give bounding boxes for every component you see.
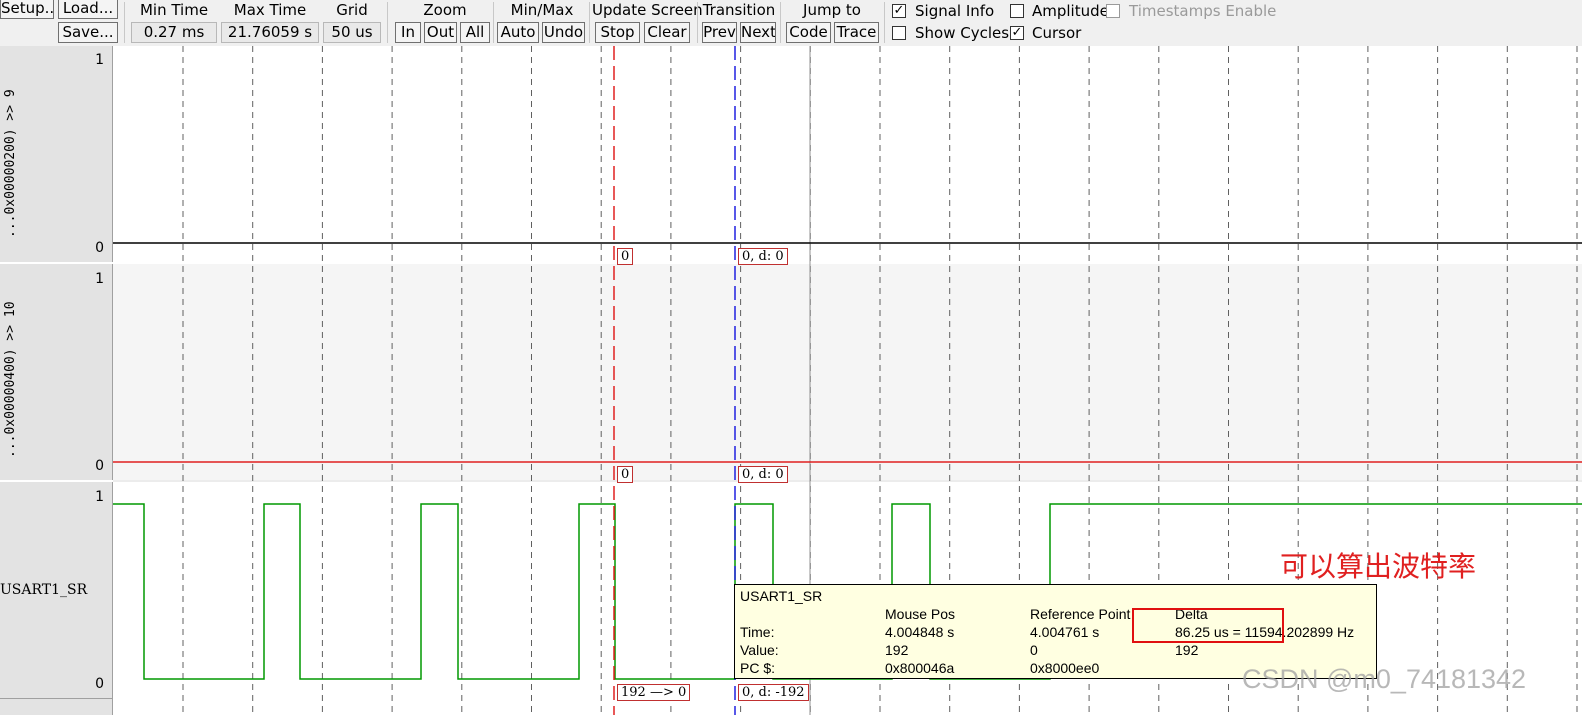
jump-trace-button[interactable]: Trace xyxy=(834,22,879,43)
signal-name-cell[interactable]: ...0x00000400) >> 10 1 0 xyxy=(0,264,113,480)
toolbar-separator xyxy=(884,2,885,43)
zoom-out-button[interactable]: Out xyxy=(424,22,457,43)
zoom-label: Zoom xyxy=(423,1,467,19)
load-button[interactable]: Load... xyxy=(58,0,118,19)
cursor-label: Cursor xyxy=(1032,24,1082,42)
max-time-field: 21.76059 s xyxy=(221,22,319,43)
cursor-value-readout: 0 xyxy=(617,248,634,265)
cursor-checkbox[interactable]: ✓ xyxy=(1010,26,1024,40)
cursor-value-readout: 0 xyxy=(617,466,634,483)
update-screen-label: Update Screen xyxy=(592,1,703,19)
update-stop-button[interactable]: Stop xyxy=(595,22,640,43)
zoom-in-button[interactable]: In xyxy=(395,22,421,43)
reference-value-readout: 0, d: 0 xyxy=(738,466,788,483)
csdn-watermark: CSDN @m0_74181342 xyxy=(1242,664,1527,694)
baud-rate-annotation: 可以算出波特率 xyxy=(1280,550,1477,583)
amplitude-label: Amplitude xyxy=(1032,2,1109,20)
tooltip-header-reference-point: Reference Point xyxy=(1030,606,1131,622)
tooltip-value-label: Value: xyxy=(740,642,779,658)
toolbar-separator xyxy=(589,2,590,43)
tooltip-pc-ref: 0x8000ee0 xyxy=(1030,660,1100,676)
row-background xyxy=(113,46,1582,262)
reference-value-readout: 0, d: -192 xyxy=(738,684,809,701)
tooltip-time-ref: 4.004761 s xyxy=(1030,624,1100,640)
minmax-undo-button[interactable]: Undo xyxy=(542,22,585,43)
signal-name-cell[interactable]: USART1_SR 1 0 xyxy=(0,482,113,698)
transition-prev-button[interactable]: Prev xyxy=(702,22,737,43)
max-time-label: Max Time xyxy=(233,1,307,19)
signal-name-cell[interactable]: ...0x00000200) >> 9 1 0 xyxy=(0,46,113,262)
y-axis-max-label: 1 xyxy=(95,271,104,287)
y-axis-max-label: 1 xyxy=(95,52,104,68)
delta-highlight-box xyxy=(1132,608,1284,643)
minmax-label: Min/Max xyxy=(510,1,574,19)
signal-name: ...0x00000400) >> 10 xyxy=(3,301,18,458)
y-axis-min-label: 0 xyxy=(95,458,104,474)
transition-label: Transition xyxy=(702,1,776,19)
jump-code-button[interactable]: Code xyxy=(786,22,831,43)
min-time-label: Min Time xyxy=(139,1,209,19)
signal-info-checkbox[interactable]: ✓ xyxy=(892,4,906,18)
y-axis-min-label: 0 xyxy=(95,676,104,692)
tooltip-pc-label: PC $: xyxy=(740,660,776,676)
timestamps-enable-checkbox[interactable] xyxy=(1106,4,1120,18)
timestamps-enable-label: Timestamps Enable xyxy=(1129,2,1277,20)
amplitude-checkbox[interactable] xyxy=(1010,4,1024,18)
transition-next-button[interactable]: Next xyxy=(740,22,776,43)
tooltip-time-label: Time: xyxy=(740,624,775,640)
toolbar-separator xyxy=(124,2,125,43)
logic-analyzer-toolbar: Setup... Load... Save... Min Time 0.27 m… xyxy=(0,0,1582,46)
tooltip-value-delta: 192 xyxy=(1175,642,1199,658)
row-background xyxy=(113,264,1582,480)
grid-field: 50 us xyxy=(323,22,381,43)
y-axis-max-label: 1 xyxy=(95,489,104,505)
cursor-value-readout: 192 —> 0 xyxy=(617,684,691,701)
show-cycles-label: Show Cycles xyxy=(915,24,1010,42)
signal-info-label: Signal Info xyxy=(915,2,995,20)
toolbar-separator xyxy=(387,2,388,43)
signal-name: USART1_SR xyxy=(0,582,88,598)
tooltip-pc-mouse: 0x800046a xyxy=(885,660,955,676)
tooltip-signal-name: USART1_SR xyxy=(740,588,823,604)
toolbar-separator xyxy=(697,2,698,43)
y-axis-min-label: 0 xyxy=(95,240,104,256)
setup-button[interactable]: Setup... xyxy=(0,0,54,19)
tooltip-time-mouse: 4.004848 s xyxy=(885,624,955,640)
zoom-all-button[interactable]: All xyxy=(460,22,490,43)
signal-name: ...0x00000200) >> 9 xyxy=(3,89,18,238)
grid-label: Grid xyxy=(336,1,368,19)
toolbar-separator xyxy=(493,2,494,43)
tooltip-header-mouse-pos: Mouse Pos xyxy=(885,606,956,622)
tooltip-value-ref: 0 xyxy=(1030,642,1038,658)
jump-to-label: Jump to xyxy=(803,1,861,19)
minmax-auto-button[interactable]: Auto xyxy=(497,22,539,43)
reference-value-readout: 0, d: 0 xyxy=(738,248,788,265)
toolbar-separator xyxy=(780,2,781,43)
save-button[interactable]: Save... xyxy=(58,22,118,43)
min-time-field: 0.27 ms xyxy=(131,22,217,43)
name-panel-footer xyxy=(0,698,113,715)
update-clear-button[interactable]: Clear xyxy=(644,22,690,43)
show-cycles-checkbox[interactable] xyxy=(892,26,906,40)
tooltip-value-mouse: 192 xyxy=(885,642,909,658)
